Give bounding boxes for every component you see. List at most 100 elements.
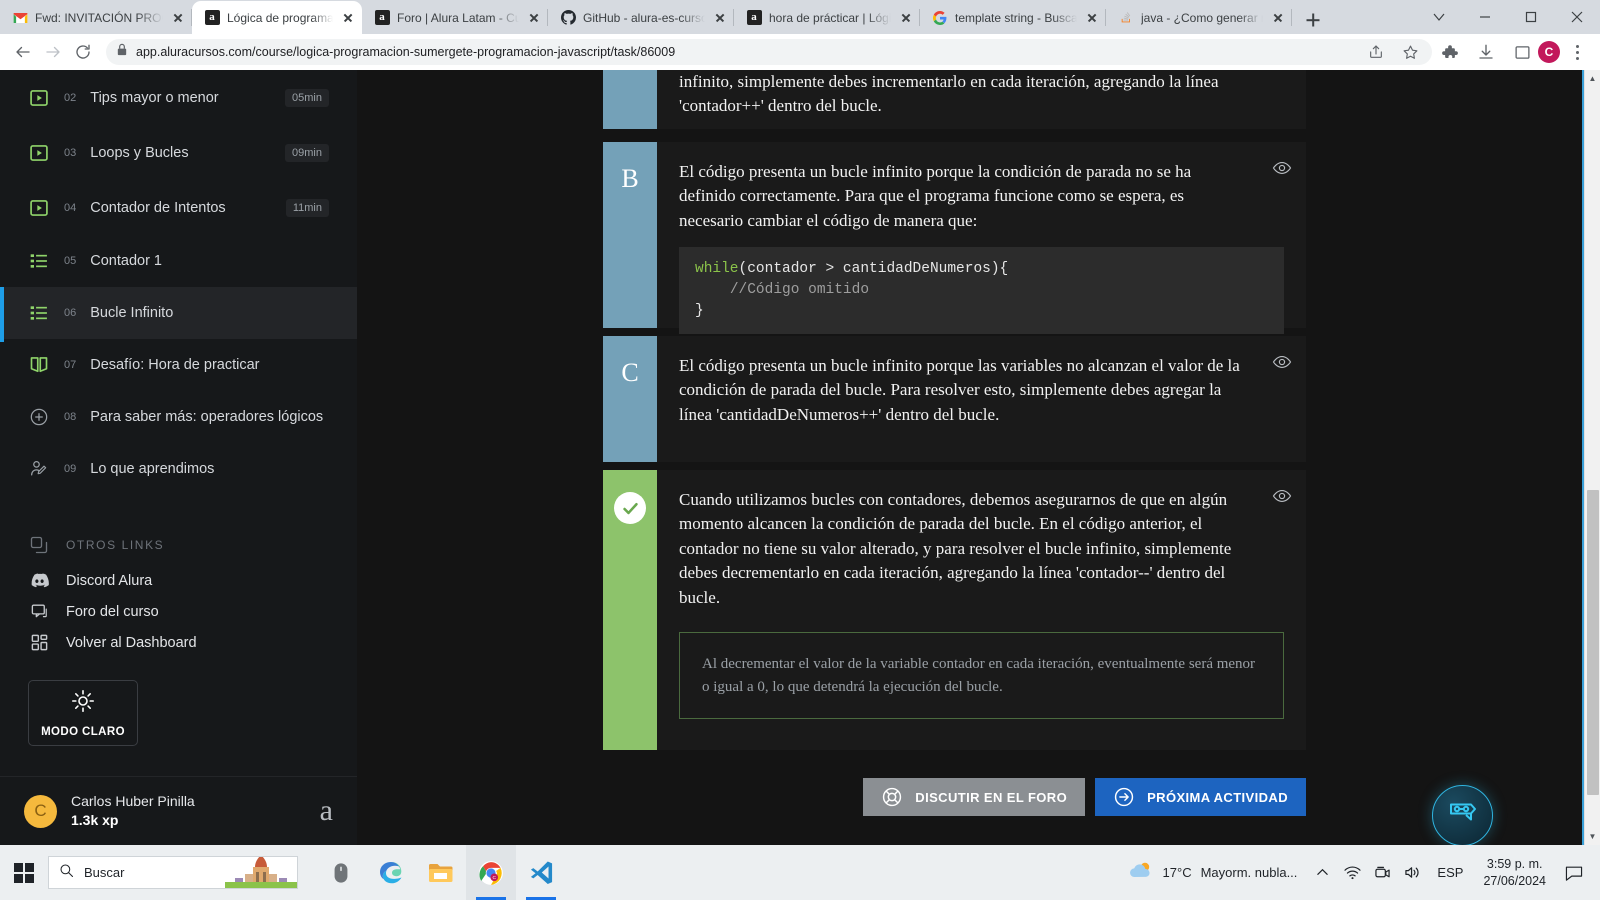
- sidebar-item-bucle-infinito[interactable]: 06 Bucle Infinito: [0, 287, 357, 342]
- sidebar-item-tips-mayor-o-menor[interactable]: 02 Tips mayor o menor 05min: [0, 70, 357, 125]
- plus-circle-icon: [28, 406, 50, 428]
- microsoft-edge-icon[interactable]: [366, 845, 416, 900]
- chevron-up-icon[interactable]: [1307, 845, 1337, 900]
- browser-tab-0[interactable]: Fwd: INVITACIÓN PROC: [0, 1, 192, 34]
- close-icon[interactable]: [170, 10, 186, 26]
- quiz-option-correct[interactable]: Cuando utilizamos bucles con contadores,…: [603, 470, 1306, 750]
- book-icon: [28, 354, 50, 376]
- sidebar-item-contador-1[interactable]: 05 Contador 1: [0, 235, 357, 287]
- lesson-label: Contador de Intentos: [90, 199, 226, 216]
- theme-toggle-button[interactable]: MODO CLARO: [28, 680, 138, 746]
- tab-title: java - ¿Como generar n: [1141, 10, 1263, 25]
- forward-button[interactable]: [38, 37, 68, 67]
- links-icon: [28, 534, 50, 556]
- back-button[interactable]: [8, 37, 38, 67]
- code-keyword: while: [695, 261, 739, 278]
- browser-toolbar: app.aluracursos.com/course/logica-progra…: [0, 34, 1600, 70]
- option-letter: C: [621, 358, 639, 387]
- bookmark-star-icon[interactable]: [1400, 42, 1420, 62]
- browser-tab-5[interactable]: template string - Busca: [920, 1, 1106, 34]
- eye-icon[interactable]: [1272, 352, 1292, 372]
- alura-icon: a: [374, 10, 390, 26]
- tab-title: Lógica de programación: [227, 10, 333, 25]
- sidebar-item-contador-de-intentos[interactable]: 04 Contador de Intentos 11min: [0, 180, 357, 235]
- lesson-label: Tips mayor o menor: [90, 89, 219, 106]
- profile-avatar[interactable]: C: [1538, 41, 1560, 63]
- notification-icon[interactable]: [1556, 845, 1592, 900]
- next-activity-button[interactable]: PRÓXIMA ACTIVIDAD: [1095, 778, 1306, 816]
- github-icon: [560, 10, 576, 26]
- vscode-icon[interactable]: [516, 845, 566, 900]
- code-signature: (contador > cantidadDeNumeros){: [738, 261, 1009, 278]
- browser-tab-3[interactable]: GitHub - alura-es-curso: [548, 1, 734, 34]
- close-window-button[interactable]: [1554, 0, 1600, 34]
- link-label: Volver al Dashboard: [66, 634, 197, 651]
- close-icon[interactable]: [1084, 10, 1100, 26]
- volume-icon[interactable]: [1397, 845, 1427, 900]
- teams-camera-icon[interactable]: [1367, 845, 1397, 900]
- sidebar-link-volver-al-dashboard[interactable]: Volver al Dashboard: [0, 627, 357, 658]
- clock[interactable]: 3:59 p. m. 27/06/2024: [1473, 856, 1556, 890]
- weather-widget[interactable]: 17°C Mayorm. nubla...: [1110, 860, 1308, 885]
- chrome-menu-button[interactable]: [1566, 44, 1588, 60]
- lesson-duration: 05min: [285, 88, 329, 107]
- close-icon[interactable]: [898, 10, 914, 26]
- tab-title: GitHub - alura-es-curso: [583, 10, 705, 25]
- file-explorer-icon[interactable]: [416, 845, 466, 900]
- search-input[interactable]: Buscar: [48, 856, 298, 889]
- video-icon: [28, 87, 50, 109]
- language-indicator[interactable]: ESP: [1427, 865, 1473, 880]
- scrollbar-thumb[interactable]: [1587, 490, 1599, 795]
- close-icon[interactable]: [340, 10, 356, 26]
- sidebar-link-foro-del-curso[interactable]: Foro del curso: [0, 596, 357, 627]
- quiz-option-a[interactable]: infinito, simplemente debes incrementarl…: [603, 70, 1306, 129]
- lesson-duration: 09min: [285, 143, 329, 162]
- browser-tab-4[interactable]: a hora de prácticar | Lógi: [734, 1, 920, 34]
- share-icon[interactable]: [1366, 42, 1386, 62]
- reload-button[interactable]: [68, 37, 98, 67]
- browser-tab-1[interactable]: a Lógica de programación: [192, 1, 362, 34]
- eye-icon[interactable]: [1272, 158, 1292, 178]
- quiz-option-b[interactable]: B El código presenta un bucle infinito p…: [603, 142, 1306, 335]
- page-scrollbar[interactable]: ▲ ▼: [1584, 70, 1600, 845]
- user-xp: 1.3k xp: [71, 812, 119, 828]
- chat-widget-button[interactable]: [1432, 785, 1493, 845]
- close-icon[interactable]: [1270, 10, 1286, 26]
- wifi-icon[interactable]: [1337, 845, 1367, 900]
- tab-title: hora de prácticar | Lógi: [769, 10, 891, 25]
- new-tab-button[interactable]: [1298, 6, 1328, 34]
- user-bar[interactable]: C Carlos Huber Pinilla 1.3k xp a: [0, 776, 357, 845]
- url-text: app.aluracursos.com/course/logica-progra…: [136, 45, 676, 59]
- alura-logo: a: [319, 794, 333, 827]
- mouse-settings-icon[interactable]: [316, 845, 366, 900]
- sidepanel-icon[interactable]: [1512, 42, 1532, 62]
- address-bar[interactable]: app.aluracursos.com/course/logica-progra…: [106, 39, 1432, 65]
- windows-start-icon[interactable]: [0, 845, 48, 900]
- downloads-icon[interactable]: [1476, 42, 1496, 62]
- maximize-button[interactable]: [1508, 0, 1554, 34]
- option-code-block: while(contador > cantidadDeNumeros){ //C…: [679, 247, 1284, 335]
- eye-icon[interactable]: [1272, 486, 1292, 506]
- google-chrome-icon[interactable]: C: [466, 845, 516, 900]
- close-icon[interactable]: [526, 10, 542, 26]
- code-close: }: [695, 303, 704, 320]
- tab-search-chevron-icon[interactable]: [1416, 0, 1462, 34]
- extensions-puzzle-icon[interactable]: [1440, 42, 1460, 62]
- close-icon[interactable]: [712, 10, 728, 26]
- scroll-down-arrow[interactable]: ▼: [1585, 828, 1600, 845]
- lesson-number: 03: [64, 146, 77, 159]
- scroll-up-arrow[interactable]: ▲: [1585, 70, 1600, 87]
- sidebar-item-para-saber-mas[interactable]: 08 Para saber más: operadores lógicos: [0, 391, 357, 443]
- sidebar-item-lo-que-aprendimos[interactable]: 09 Lo que aprendimos: [0, 443, 357, 495]
- quiz-option-c[interactable]: C El código presenta un bucle infinito p…: [603, 336, 1306, 462]
- sidebar-item-loops-y-bucles[interactable]: 03 Loops y Bucles 09min: [0, 125, 357, 180]
- sidebar-item-desafio-hora-de-practicar[interactable]: 07 Desafío: Hora de practicar: [0, 339, 357, 391]
- sidebar-link-discord-alura[interactable]: Discord Alura: [0, 565, 357, 596]
- browser-tab-6[interactable]: java - ¿Como generar n: [1106, 1, 1292, 34]
- search-illustration: [225, 857, 297, 888]
- discuss-forum-button[interactable]: DISCUTIR EN EL FORO: [863, 778, 1086, 816]
- minimize-button[interactable]: [1462, 0, 1508, 34]
- search-icon: [59, 863, 74, 883]
- browser-tab-2[interactable]: a Foro | Alura Latam - Cur: [362, 1, 548, 34]
- svg-text:C: C: [492, 875, 496, 881]
